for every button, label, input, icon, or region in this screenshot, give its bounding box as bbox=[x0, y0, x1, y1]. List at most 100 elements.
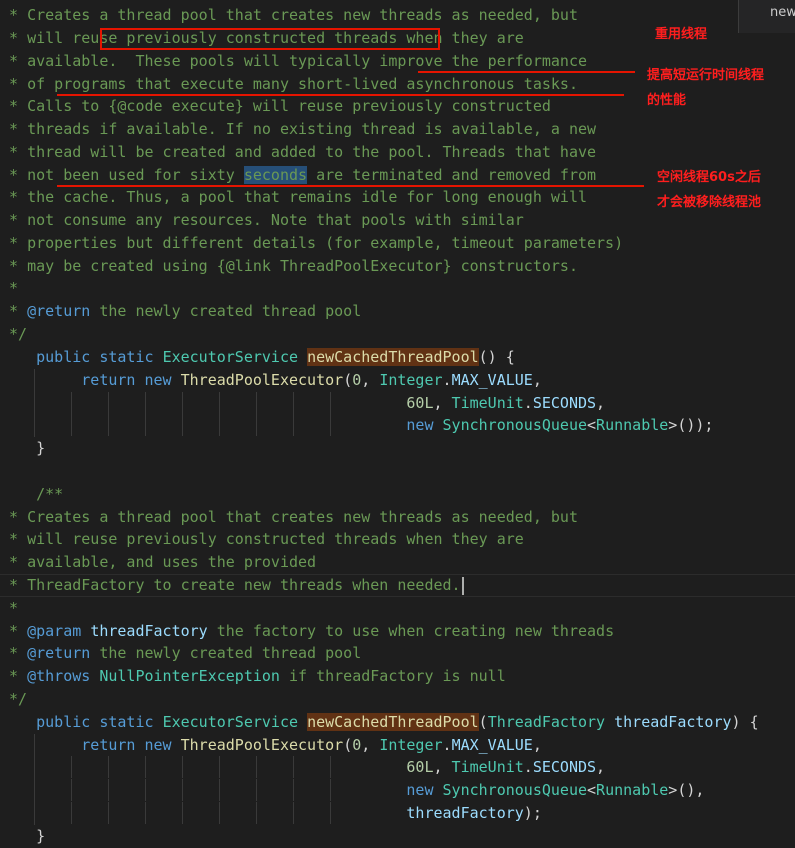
type-name: Runnable bbox=[596, 416, 669, 434]
code-line: * Creates a thread pool that creates new… bbox=[0, 506, 578, 529]
javadoc-tag: @return bbox=[27, 644, 91, 662]
annotation-idle: 空闲线程60s之后 bbox=[657, 170, 761, 185]
annotation-performance: 提高短运行时间线程 bbox=[647, 68, 765, 83]
code-line: * the cache. Thus, a pool that remains i… bbox=[0, 186, 587, 209]
comment-text: * properties but different details (for … bbox=[0, 234, 624, 252]
keyword: new bbox=[144, 736, 172, 754]
comment-text: the factory to use when creating new thr… bbox=[207, 622, 615, 640]
comment-text: * thread will be created and added to th… bbox=[0, 143, 597, 161]
type-name: TimeUnit bbox=[451, 394, 524, 412]
method-signature: public static ExecutorService newCachedT… bbox=[36, 713, 759, 731]
red-highlight-box bbox=[100, 28, 440, 50]
comment-text: */ bbox=[0, 325, 28, 343]
code-line: } bbox=[0, 825, 45, 848]
code-line: } bbox=[0, 437, 45, 460]
code-line: * threads if available. If no existing t… bbox=[0, 118, 596, 141]
comment-text: * Creates a thread pool that creates new… bbox=[0, 508, 578, 526]
underlined-phrase-idle: not been used for sixty bbox=[27, 166, 244, 184]
comment-text: * not consume any resources. Note that p… bbox=[0, 211, 524, 229]
type-name: Integer bbox=[379, 736, 443, 754]
javadoc-tag: @param bbox=[27, 622, 82, 640]
code-line: new SynchronousQueue<Runnable>()); bbox=[406, 416, 714, 434]
closing-brace: } bbox=[36, 439, 46, 457]
type-name: NullPointerException bbox=[99, 667, 280, 685]
code-line: * properties but different details (for … bbox=[0, 232, 623, 255]
keyword: return bbox=[81, 736, 136, 754]
code-line: * Calls to {@code execute} will reuse pr… bbox=[0, 95, 551, 118]
type-name: ExecutorService bbox=[162, 348, 299, 366]
constant: SECONDS bbox=[532, 394, 597, 412]
param-name: threadFactory bbox=[614, 713, 732, 731]
method-name-highlight: newCachedThreadPool bbox=[307, 713, 479, 731]
code-line: * ThreadFactory to create new threads wh… bbox=[0, 574, 464, 597]
javadoc-tag: @throws bbox=[27, 667, 91, 685]
code-line: * thread will be created and added to th… bbox=[0, 141, 596, 164]
param-name: threadFactory bbox=[90, 622, 208, 640]
number-literal: 60L bbox=[406, 758, 434, 776]
comment-text: * will bbox=[0, 29, 73, 47]
red-underline bbox=[57, 94, 624, 96]
comment-text: * the cache. Thus, a pool that remains i… bbox=[0, 188, 587, 206]
method-name-highlight: newCachedThreadPool bbox=[307, 348, 479, 366]
code-line: new SynchronousQueue<Runnable>(), bbox=[406, 781, 705, 799]
type-name: SynchronousQueue bbox=[442, 416, 588, 434]
word-highlight-seconds: seconds bbox=[243, 166, 308, 184]
comment-text: * ThreadFactory to create new threads wh… bbox=[0, 576, 461, 594]
number-literal: 60L bbox=[406, 394, 434, 412]
text-cursor bbox=[461, 576, 464, 595]
annotation-idle-2: 才会被移除线程池 bbox=[657, 195, 762, 210]
type-name: Runnable bbox=[596, 781, 669, 799]
constant: MAX_VALUE bbox=[451, 371, 533, 389]
code-line: * not consume any resources. Note that p… bbox=[0, 209, 524, 232]
code-line: * @throws NullPointerException if thread… bbox=[0, 667, 506, 685]
code-line: * bbox=[0, 597, 18, 620]
type-name: ExecutorService bbox=[162, 713, 299, 731]
constructor-call: ThreadPoolExecutor bbox=[180, 736, 344, 754]
keyword: new bbox=[406, 416, 434, 434]
code-line: */ bbox=[0, 688, 27, 711]
keyword: public bbox=[36, 713, 91, 731]
number-literal: 0 bbox=[352, 736, 362, 754]
number-literal: 0 bbox=[352, 371, 362, 389]
punctuation: >(), bbox=[668, 781, 705, 799]
code-line: * available, and uses the provided bbox=[0, 551, 316, 574]
code-line: /** bbox=[0, 483, 63, 506]
comment-text: * available, and uses the provided bbox=[0, 553, 317, 571]
code-line: * not been used for sixty seconds are te… bbox=[0, 164, 596, 187]
punctuation: >()); bbox=[668, 416, 714, 434]
closing-brace: } bbox=[36, 827, 46, 845]
punctuation: () { bbox=[478, 348, 515, 366]
code-line: * bbox=[0, 277, 18, 300]
type-name: SynchronousQueue bbox=[442, 781, 588, 799]
code-line: * Creates a thread pool that creates new… bbox=[0, 4, 578, 27]
javadoc-tag: @return bbox=[27, 302, 91, 320]
type-name: TimeUnit bbox=[451, 758, 524, 776]
editor-tab[interactable]: new bbox=[738, 0, 795, 33]
constant: SECONDS bbox=[532, 758, 597, 776]
comment-text: the newly created thread pool bbox=[90, 302, 362, 320]
comment-text: * bbox=[0, 75, 28, 93]
comment-text: the newly created thread pool bbox=[90, 644, 362, 662]
red-underline bbox=[57, 185, 644, 187]
code-line: * @return the newly created thread pool bbox=[0, 300, 361, 323]
code-editor[interactable]: * Creates a thread pool that creates new… bbox=[0, 0, 795, 845]
comment-text: * bbox=[0, 279, 19, 297]
keyword: public bbox=[36, 348, 91, 366]
keyword: static bbox=[99, 713, 154, 731]
code-line: * of programs that execute many short-li… bbox=[0, 73, 578, 96]
code-line: 60L, TimeUnit.SECONDS, bbox=[406, 394, 606, 412]
code-line: * available. These pools will typically … bbox=[0, 50, 587, 73]
code-line: * @return the newly created thread pool bbox=[0, 644, 362, 662]
type-name: Integer bbox=[379, 371, 443, 389]
comment-text: * threads if available. If no existing t… bbox=[0, 120, 597, 138]
comment-text: * Creates a thread pool that creates new… bbox=[0, 6, 578, 24]
code-line: return new ThreadPoolExecutor(0, Integer… bbox=[81, 371, 542, 389]
comment-text: if threadFactory is null bbox=[279, 667, 506, 685]
keyword: new bbox=[406, 781, 434, 799]
comment-text: * Calls to {@code execute} will reuse pr… bbox=[0, 97, 551, 115]
punctuation: ); bbox=[523, 804, 542, 822]
comment-text: */ bbox=[0, 690, 28, 708]
editor-tab-label: new bbox=[770, 5, 795, 20]
code-line: * will reuse previously constructed thre… bbox=[0, 528, 524, 551]
code-line: */ bbox=[0, 323, 27, 346]
